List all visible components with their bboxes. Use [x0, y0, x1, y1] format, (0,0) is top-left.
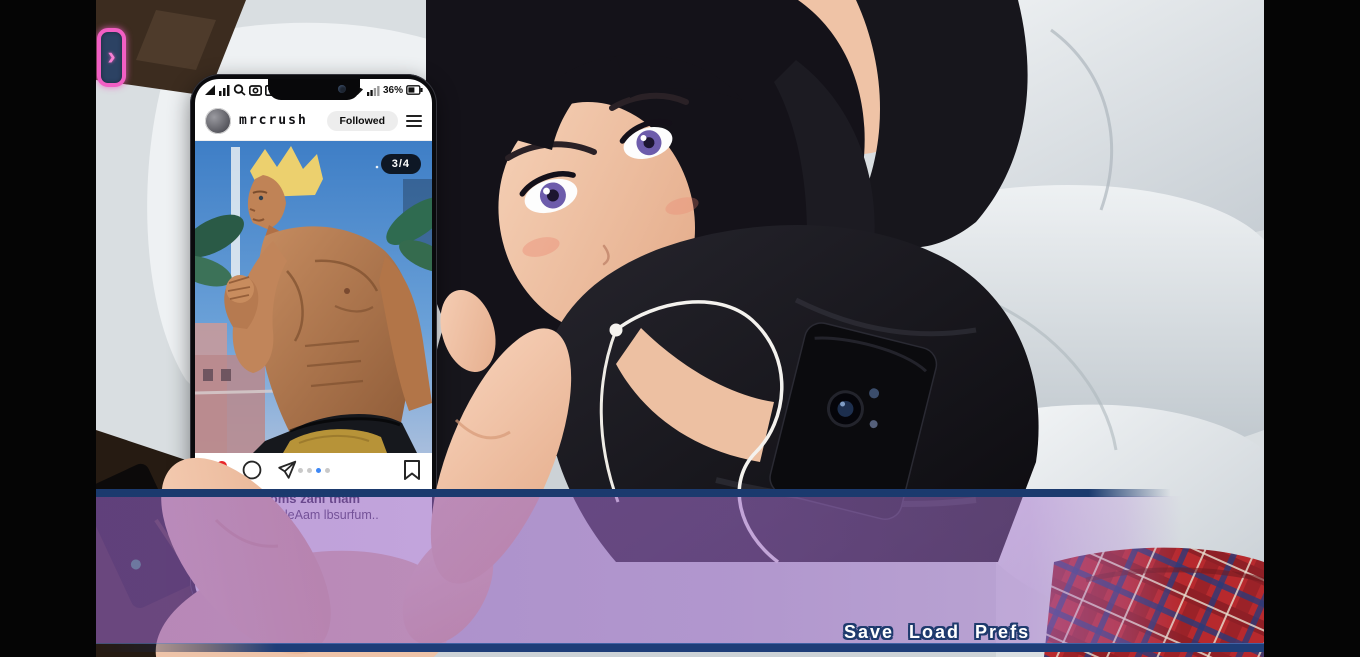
dialogue-top-border — [96, 489, 1264, 497]
signal-wedge-icon — [204, 85, 216, 96]
quick-menu-bar: Save Load Prefs — [844, 622, 1030, 643]
game-viewport[interactable]: 36% mrcrush Followed — [96, 0, 1264, 657]
instagram-post-header: mrcrush Followed — [195, 101, 432, 141]
battery-percent-label: 36% — [383, 85, 403, 96]
instagram-post-image: 3/4 — [195, 141, 432, 453]
selfie-camera-icon — [338, 85, 346, 93]
comment-icon — [241, 459, 263, 481]
post-action-bar — [195, 453, 432, 487]
dialogue-box[interactable] — [96, 496, 1264, 643]
bookmark-icon — [402, 459, 422, 481]
save-button[interactable]: Save — [844, 622, 894, 643]
textbox-bottom-bar — [96, 643, 1264, 652]
followed-button: Followed — [327, 111, 399, 131]
camera-notif-icon — [249, 85, 262, 96]
prefs-button[interactable]: Prefs — [975, 622, 1030, 643]
post-artwork-muscular-man — [195, 141, 432, 453]
like-heart-icon — [205, 460, 228, 481]
phone-notch — [268, 79, 360, 100]
cell-signal-icon — [367, 85, 380, 96]
load-button[interactable]: Load — [909, 622, 960, 643]
poster-avatar — [205, 108, 231, 134]
share-icon — [276, 459, 298, 481]
post-options-icon — [406, 115, 422, 127]
carousel-dots — [298, 468, 330, 473]
status-right-icons: 36% — [351, 85, 423, 96]
carousel-counter-badge: 3/4 — [381, 154, 421, 174]
battery-icon — [406, 85, 423, 95]
poster-username: mrcrush — [239, 113, 319, 128]
status-left-icons — [204, 84, 276, 96]
search-notif-icon — [233, 84, 246, 96]
quick-menu-expand-button[interactable]: › — [97, 28, 126, 87]
chevron-right-icon: › — [107, 44, 115, 69]
stats-bars-icon — [219, 85, 230, 96]
